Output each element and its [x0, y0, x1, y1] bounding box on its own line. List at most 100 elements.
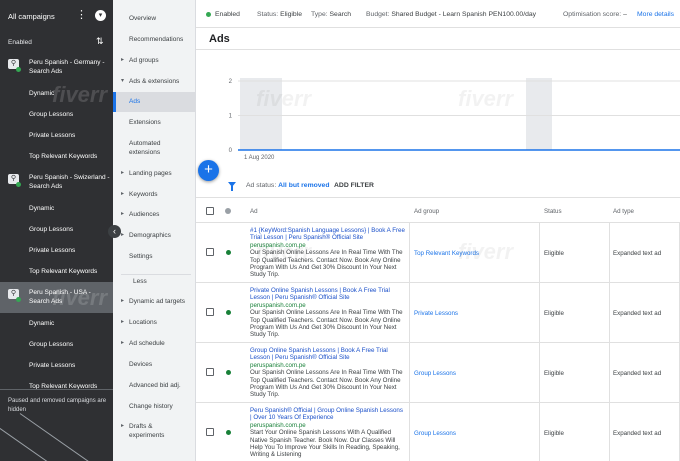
budget-field[interactable]: Budget: Shared Budget - Learn Spanish PE…: [366, 11, 536, 18]
ad-display-url: peruspanish.com.pe: [250, 301, 306, 309]
ad-group-item[interactable]: Private Lessons: [0, 240, 113, 261]
nav-less[interactable]: Less: [113, 277, 195, 286]
more-vert-icon[interactable]: ⋮: [76, 10, 87, 21]
column-header-ad[interactable]: Ad: [250, 208, 258, 215]
row-checkbox[interactable]: [206, 368, 214, 376]
status-value: Eligible: [280, 11, 302, 18]
type-label: Type:: [311, 11, 328, 18]
ad-preview[interactable]: Peru Spanish® Official | Group Online Sp…: [250, 407, 406, 459]
table-row[interactable]: Private Online Spanish Lessons | Book A …: [196, 283, 680, 343]
nav-locations[interactable]: Locations: [113, 318, 195, 327]
status-enabled-dot: [226, 250, 231, 255]
ad-headline: Peru Spanish® Official | Group Online Sp…: [250, 407, 403, 422]
nav-automated-extensions[interactable]: Automated extensions: [113, 139, 183, 157]
campaign-filter[interactable]: Enabled ⇅: [0, 32, 113, 52]
ad-status: Eligible: [544, 370, 564, 377]
campaign-item-usa[interactable]: ⚲ Peru Spanish - USA - Search Ads: [0, 282, 113, 313]
nav-recommendations[interactable]: Recommendations: [113, 35, 195, 44]
chart-svg: 2 1 0 1 Aug 2020: [229, 78, 680, 161]
campaign-item-switzerland[interactable]: ⚲ Peru Spanish - Swizerland - Search Ads: [0, 167, 113, 198]
status-enabled-dot: [226, 430, 231, 435]
nav-extensions[interactable]: Extensions: [113, 118, 195, 127]
sort-icon[interactable]: ⇅: [96, 36, 104, 47]
more-details-link[interactable]: More details: [637, 11, 674, 18]
panel-divider: [0, 389, 113, 390]
ad-description: Our Spanish Online Lessons Are In Real T…: [250, 309, 403, 339]
ad-group-item[interactable]: Dynamic: [0, 313, 113, 334]
campaign-item-germany[interactable]: ⚲ Peru Spanish - Germany - Search Ads: [0, 52, 113, 83]
nav-ads-extensions[interactable]: Ads & extensions: [113, 77, 195, 86]
nav-demographics[interactable]: Demographics: [113, 231, 195, 240]
nav-keywords[interactable]: Keywords: [113, 190, 195, 199]
column-header-ad-group[interactable]: Ad group: [414, 208, 439, 215]
select-all-checkbox[interactable]: [206, 207, 214, 215]
ad-type: Expanded text ad: [613, 310, 662, 317]
ad-headline: Private Online Spanish Lessons | Book A …: [250, 287, 390, 302]
budget-value: Shared Budget - Learn Spanish PEN100.00/…: [391, 11, 537, 18]
add-filter-button[interactable]: ADD FILTER: [334, 182, 374, 189]
all-campaigns-title[interactable]: All campaigns: [8, 12, 55, 21]
nav-ads[interactable]: Ads: [113, 92, 195, 112]
ad-description: Start Your Online Spanish Lessons With A…: [250, 429, 400, 459]
campaign-name: Peru Spanish - Swizerland - Search Ads: [29, 174, 110, 190]
ad-group-item[interactable]: Group Lessons: [0, 104, 113, 125]
ad-group-item[interactable]: Dynamic: [0, 198, 113, 219]
table-row[interactable]: Group Online Spanish Lessons | Book A Fr…: [196, 343, 680, 403]
ad-group-link[interactable]: Group Lessons: [414, 430, 456, 437]
ad-group-link[interactable]: Group Lessons: [414, 370, 456, 377]
table-row[interactable]: Peru Spanish® Official | Group Online Sp…: [196, 403, 680, 461]
campaign-panel-header: All campaigns ⋮ ▾: [0, 0, 113, 32]
ad-group-item[interactable]: Top Relevant Keywords: [0, 146, 113, 167]
status-enabled-label[interactable]: Enabled: [215, 11, 240, 18]
ad-display-url: peruspanish.com.pe: [250, 361, 306, 369]
nav-landing-pages[interactable]: Landing pages: [113, 169, 195, 178]
campaign-filter-label: Enabled: [8, 38, 32, 46]
table-row[interactable]: #1 {KeyWord:Spanish Language Lessons} | …: [196, 223, 680, 283]
filter-icon[interactable]: [228, 182, 236, 191]
nav-drafts-experiments[interactable]: Drafts & experiments: [113, 422, 179, 440]
nav-audiences[interactable]: Audiences: [113, 210, 195, 219]
ad-group-item[interactable]: Private Lessons: [0, 125, 113, 146]
row-checkbox[interactable]: [206, 428, 214, 436]
chevron-down-icon[interactable]: ▾: [95, 10, 106, 21]
campaign-status-bar: Enabled Status: Eligible Type: Search Bu…: [196, 0, 680, 28]
decorative-lines: [0, 413, 113, 461]
page-header: Ads: [196, 28, 680, 50]
nav-settings[interactable]: Settings: [113, 252, 195, 261]
ad-status-filter-chip[interactable]: Ad status: All but removed: [246, 182, 330, 189]
ad-group-item[interactable]: Dynamic: [0, 83, 113, 104]
ad-preview[interactable]: Private Online Spanish Lessons | Book A …: [250, 287, 406, 339]
row-checkbox[interactable]: [206, 248, 214, 256]
x-tick-label: 1 Aug 2020: [244, 155, 275, 161]
ad-preview[interactable]: Group Online Spanish Lessons | Book A Fr…: [250, 347, 406, 399]
nav-ad-groups[interactable]: Ad groups: [113, 56, 195, 65]
column-header-ad-type[interactable]: Ad type: [613, 208, 634, 215]
ad-group-item[interactable]: Private Lessons: [0, 355, 113, 376]
weekend-band: [526, 78, 552, 150]
nav-overview[interactable]: Overview: [113, 14, 195, 23]
collapse-nav-icon[interactable]: ‹: [108, 225, 121, 238]
ad-group-link[interactable]: Private Lessons: [414, 310, 458, 317]
ad-group-link[interactable]: Top Relevant Keywords: [414, 250, 479, 257]
row-checkbox[interactable]: [206, 308, 214, 316]
nav-advanced-bid-adj[interactable]: Advanced bid adj.: [113, 381, 195, 390]
campaign-panel: All campaigns ⋮ ▾ Enabled ⇅ ⚲ Peru Spani…: [0, 0, 113, 461]
ad-preview[interactable]: #1 {KeyWord:Spanish Language Lessons} | …: [250, 227, 406, 279]
status-enabled-dot: [16, 182, 21, 187]
nav-ad-schedule[interactable]: Ad schedule: [113, 339, 195, 348]
campaign-name: Peru Spanish - Germany - Search Ads: [29, 59, 105, 75]
status-enabled-dot: [226, 370, 231, 375]
ad-group-item[interactable]: Top Relevant Keywords: [0, 376, 113, 397]
column-header-status[interactable]: Status: [544, 208, 562, 215]
weekend-band: [240, 78, 282, 150]
ad-group-item[interactable]: Group Lessons: [0, 219, 113, 240]
page-nav: Overview Recommendations Ad groups Ads &…: [113, 0, 196, 461]
nav-change-history[interactable]: Change history: [113, 402, 195, 411]
ad-group-item[interactable]: Group Lessons: [0, 334, 113, 355]
y-tick-label: 2: [229, 79, 233, 85]
nav-dynamic-ad-targets[interactable]: Dynamic ad targets: [113, 297, 195, 306]
ad-status-filter-value: All but removed: [278, 182, 330, 189]
nav-devices[interactable]: Devices: [113, 360, 195, 369]
status-field: Status: Eligible: [257, 11, 302, 18]
ad-group-item[interactable]: Top Relevant Keywords: [0, 261, 113, 282]
